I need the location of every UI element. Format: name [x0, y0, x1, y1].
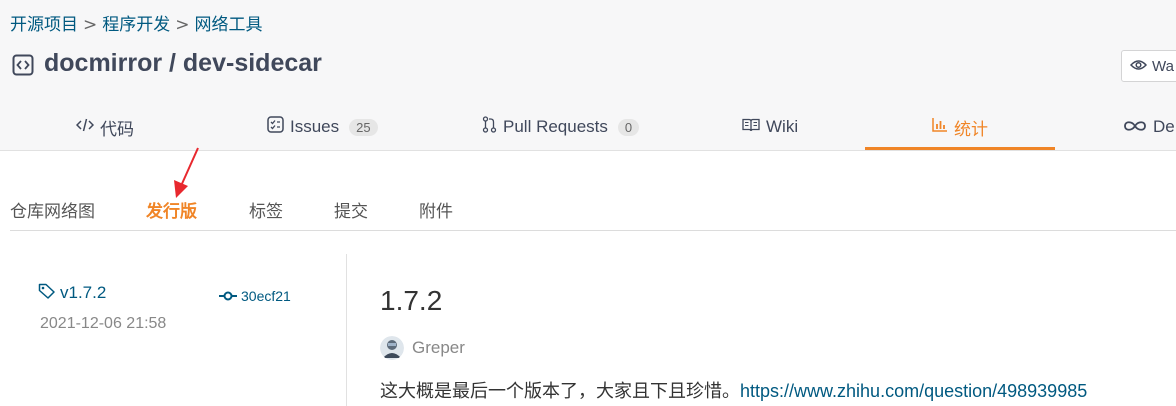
repo-code-icon: [12, 54, 34, 76]
tab-issues-label: Issues: [290, 117, 340, 136]
tab-code[interactable]: 代码: [75, 104, 134, 150]
active-tab-indicator: [865, 147, 1055, 150]
tab-devops[interactable]: De: [1123, 104, 1175, 150]
commit-hash: 30ecf21: [241, 287, 291, 304]
release-title[interactable]: 1.7.2: [380, 285, 442, 317]
infinity-icon: [1123, 117, 1147, 137]
subnav-divider: [10, 230, 1176, 231]
code-icon: [75, 117, 95, 137]
subnav-network-graph[interactable]: 仓库网络图: [10, 197, 95, 222]
commit-icon: [219, 286, 237, 305]
tab-statistics[interactable]: 统计: [932, 104, 988, 150]
eye-icon: [1129, 58, 1148, 75]
tab-code-label: 代码: [100, 119, 134, 139]
tab-wiki[interactable]: Wiki: [742, 104, 798, 150]
release-body-link[interactable]: https://www.zhihu.com/question/498939985: [740, 381, 1087, 401]
release-tag[interactable]: v1.7.2: [38, 283, 106, 303]
release-commit[interactable]: 30ecf21: [219, 286, 291, 305]
tag-icon: [38, 283, 56, 303]
tab-pull-requests[interactable]: Pull Requests 0: [482, 104, 640, 150]
tab-issues[interactable]: Issues 25: [267, 104, 378, 150]
issues-icon: [267, 116, 284, 138]
avatar[interactable]: [380, 336, 404, 360]
subnav-attachments[interactable]: 附件: [419, 197, 453, 222]
author-name[interactable]: Greper: [412, 338, 465, 358]
release-tag-name: v1.7.2: [60, 283, 107, 302]
tab-pull-requests-label: Pull Requests: [503, 117, 608, 136]
release-body-text: 这大概是最后一个版本了，大家且下且珍惜。: [380, 381, 740, 402]
breadcrumb-separator: >: [175, 15, 190, 35]
subnav-commits[interactable]: 提交: [334, 197, 368, 222]
pull-request-icon: [482, 116, 497, 138]
release-author: Greper: [380, 336, 465, 360]
tab-devops-label: De: [1153, 117, 1175, 136]
tab-wiki-label: Wiki: [766, 117, 799, 136]
breadcrumb-separator: >: [83, 15, 98, 35]
subnav-tags[interactable]: 标签: [249, 197, 283, 222]
release-description: 这大概是最后一个版本了，大家且下且珍惜。https://www.zhihu.co…: [380, 377, 1087, 403]
breadcrumb-open-source[interactable]: 开源项目: [10, 15, 78, 35]
repo-title[interactable]: docmirror / dev-sidecar: [44, 49, 322, 78]
release-date: 2021-12-06 21:58: [40, 315, 167, 332]
annotation-arrow-icon: [168, 146, 204, 206]
watch-button[interactable]: Wa: [1121, 50, 1176, 82]
wiki-icon: [742, 117, 760, 137]
pull-requests-count-badge: 0: [617, 118, 640, 136]
breadcrumb-program-dev[interactable]: 程序开发: [102, 15, 170, 35]
breadcrumb: 开源项目 > 程序开发 > 网络工具: [10, 10, 263, 35]
watch-label: Wa: [1152, 57, 1174, 75]
issues-count-badge: 25: [349, 118, 378, 136]
release-column-divider: [346, 254, 347, 406]
tab-statistics-label: 统计: [954, 119, 988, 139]
breadcrumb-network-tools[interactable]: 网络工具: [195, 15, 263, 35]
chart-icon: [932, 117, 948, 137]
